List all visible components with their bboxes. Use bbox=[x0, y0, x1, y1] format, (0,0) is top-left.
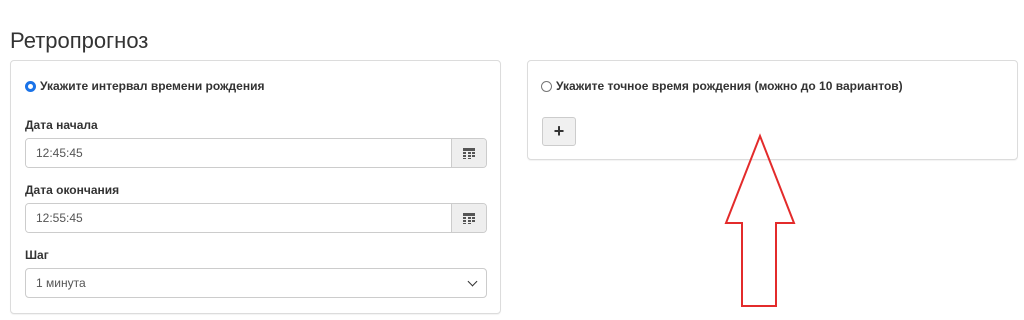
step-select[interactable]: 1 минута bbox=[25, 268, 487, 298]
calendar-icon bbox=[463, 212, 475, 224]
exact-time-radio[interactable] bbox=[541, 80, 552, 92]
exact-time-radio-label: Укажите точное время рождения (можно до … bbox=[556, 79, 903, 93]
interval-panel: Укажите интервал времени рождения Дата н… bbox=[10, 60, 501, 314]
interval-radio-label: Укажите интервал времени рождения bbox=[40, 79, 265, 93]
exact-time-radio-option[interactable]: Укажите точное время рождения (можно до … bbox=[541, 79, 903, 93]
interval-radio[interactable] bbox=[25, 80, 36, 92]
end-date-label: Дата окончания bbox=[25, 183, 120, 197]
start-date-label: Дата начала bbox=[25, 118, 98, 132]
start-date-calendar-button[interactable] bbox=[451, 139, 486, 167]
red-outline-arrow-up-icon bbox=[724, 133, 796, 307]
end-date-calendar-button[interactable] bbox=[451, 204, 486, 232]
interval-radio-option[interactable]: Укажите интервал времени рождения bbox=[25, 79, 264, 93]
end-date-input[interactable] bbox=[26, 204, 451, 232]
step-label: Шаг bbox=[25, 248, 49, 262]
start-date-input[interactable] bbox=[26, 139, 451, 167]
end-date-group bbox=[25, 203, 487, 233]
chevron-down-icon bbox=[467, 276, 478, 286]
step-select-value: 1 минута bbox=[36, 276, 86, 290]
page-title: Ретропрогноз bbox=[10, 28, 149, 53]
start-date-group bbox=[25, 138, 487, 168]
add-time-button[interactable]: + bbox=[542, 117, 576, 146]
calendar-icon bbox=[463, 147, 475, 159]
